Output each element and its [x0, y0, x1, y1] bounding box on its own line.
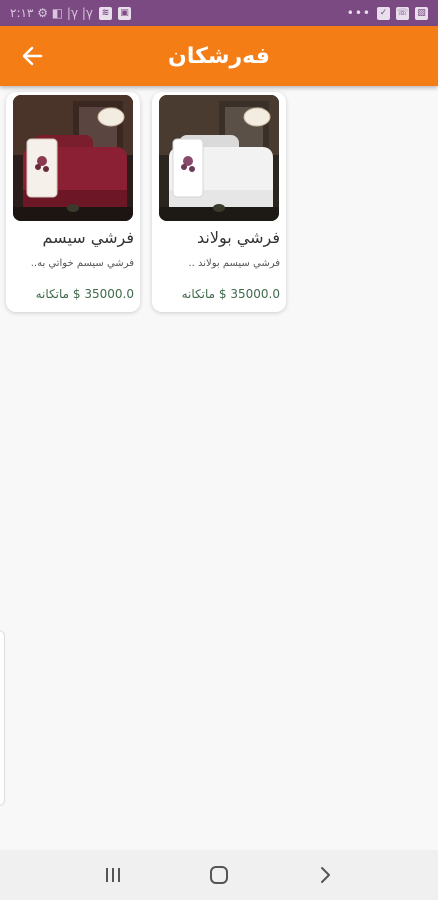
back-button[interactable] — [14, 38, 50, 74]
product-description: فرشي سيسم بولاند .. — [188, 258, 280, 269]
product-card[interactable]: فرشي بولاند فرشي سيسم بولاند .. 35000.0 … — [152, 92, 286, 312]
back-nav-button[interactable] — [305, 855, 345, 895]
notification-icon: ▣ — [118, 6, 132, 20]
product-image — [159, 95, 279, 221]
status-right: ••• ✓ ☏ ▧ — [347, 6, 428, 20]
product-price: 35000.0 $ ماتكانه — [35, 287, 134, 301]
status-bar: ۲:۱۳ ⚙ ◧ |γ |γ ≋ ▣ ••• ✓ ☏ ▧ — [0, 0, 438, 26]
system-nav-bar — [0, 850, 438, 900]
back-chevron-icon — [321, 867, 330, 883]
page-title: فەرشکان — [168, 43, 270, 69]
status-time: ۲:۱۳ ⚙ ◧ |γ |γ — [10, 6, 94, 20]
product-name: فرشي بولاند — [197, 228, 280, 247]
bedding-white-image — [159, 95, 279, 221]
home-icon — [210, 866, 228, 884]
home-button[interactable] — [199, 855, 239, 895]
bedding-burgundy-image — [13, 95, 133, 221]
arrow-left-icon — [22, 46, 43, 66]
recents-icon — [106, 868, 120, 882]
wifi-icon: ≋ — [99, 6, 113, 20]
product-card[interactable]: فرشي سيسم فرشي سيسم خواتي به.. 35000.0 $… — [6, 92, 140, 312]
product-description: فرشي سيسم خواتي به.. — [30, 258, 134, 269]
product-price: 35000.0 $ ماتكانه — [181, 287, 280, 301]
viber-icon: ☏ — [396, 6, 409, 20]
gallery-icon: ▧ — [415, 6, 428, 20]
product-image — [13, 95, 133, 221]
status-left: ۲:۱۳ ⚙ ◧ |γ |γ ≋ ▣ — [10, 6, 132, 20]
product-name: فرشي سيسم — [42, 228, 134, 247]
app-bar: فەرشکان — [0, 26, 438, 86]
side-panel-edge[interactable] — [0, 630, 5, 806]
recents-button[interactable] — [93, 855, 133, 895]
app-notification-icon: ✓ — [377, 6, 390, 20]
more-dots: ••• — [346, 6, 371, 20]
